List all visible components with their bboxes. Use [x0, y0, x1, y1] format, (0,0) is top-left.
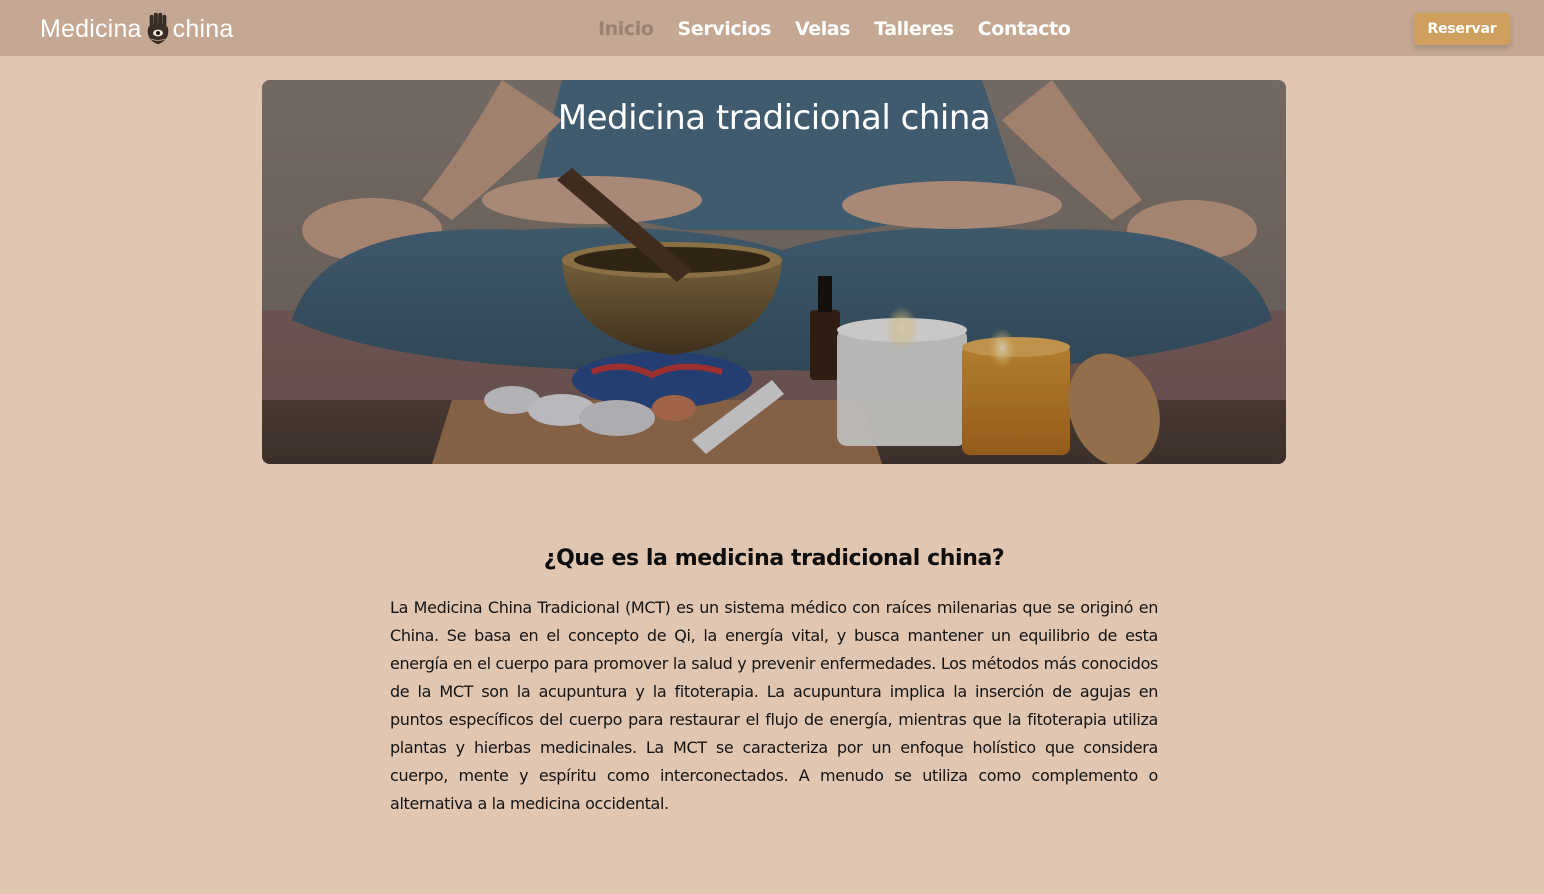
- reserve-button[interactable]: Reservar: [1414, 13, 1510, 45]
- main-nav: Inicio Servicios Velas Talleres Contacto: [598, 14, 1071, 44]
- navbar: Medicina china Inicio Servicios Velas Ta…: [0, 0, 1544, 56]
- hero-banner: Medicina tradicional china: [262, 80, 1286, 464]
- section-title: ¿Que es la medicina tradicional china?: [543, 546, 1005, 571]
- hamsa-icon: [145, 12, 171, 46]
- nav-item-contacto[interactable]: Contacto: [978, 18, 1071, 40]
- brand-logo[interactable]: Medicina china: [40, 10, 233, 48]
- nav-item-inicio[interactable]: Inicio: [598, 18, 654, 40]
- brand-name-right: china: [172, 14, 234, 43]
- nav-item-talleres[interactable]: Talleres: [874, 18, 954, 40]
- nav-item-servicios[interactable]: Servicios: [678, 18, 772, 40]
- section-body-text: La Medicina China Tradicional (MCT) es u…: [390, 598, 1158, 813]
- hero-title: Medicina tradicional china: [557, 98, 991, 138]
- brand-name-left: Medicina: [40, 14, 142, 43]
- nav-item-velas[interactable]: Velas: [795, 18, 851, 40]
